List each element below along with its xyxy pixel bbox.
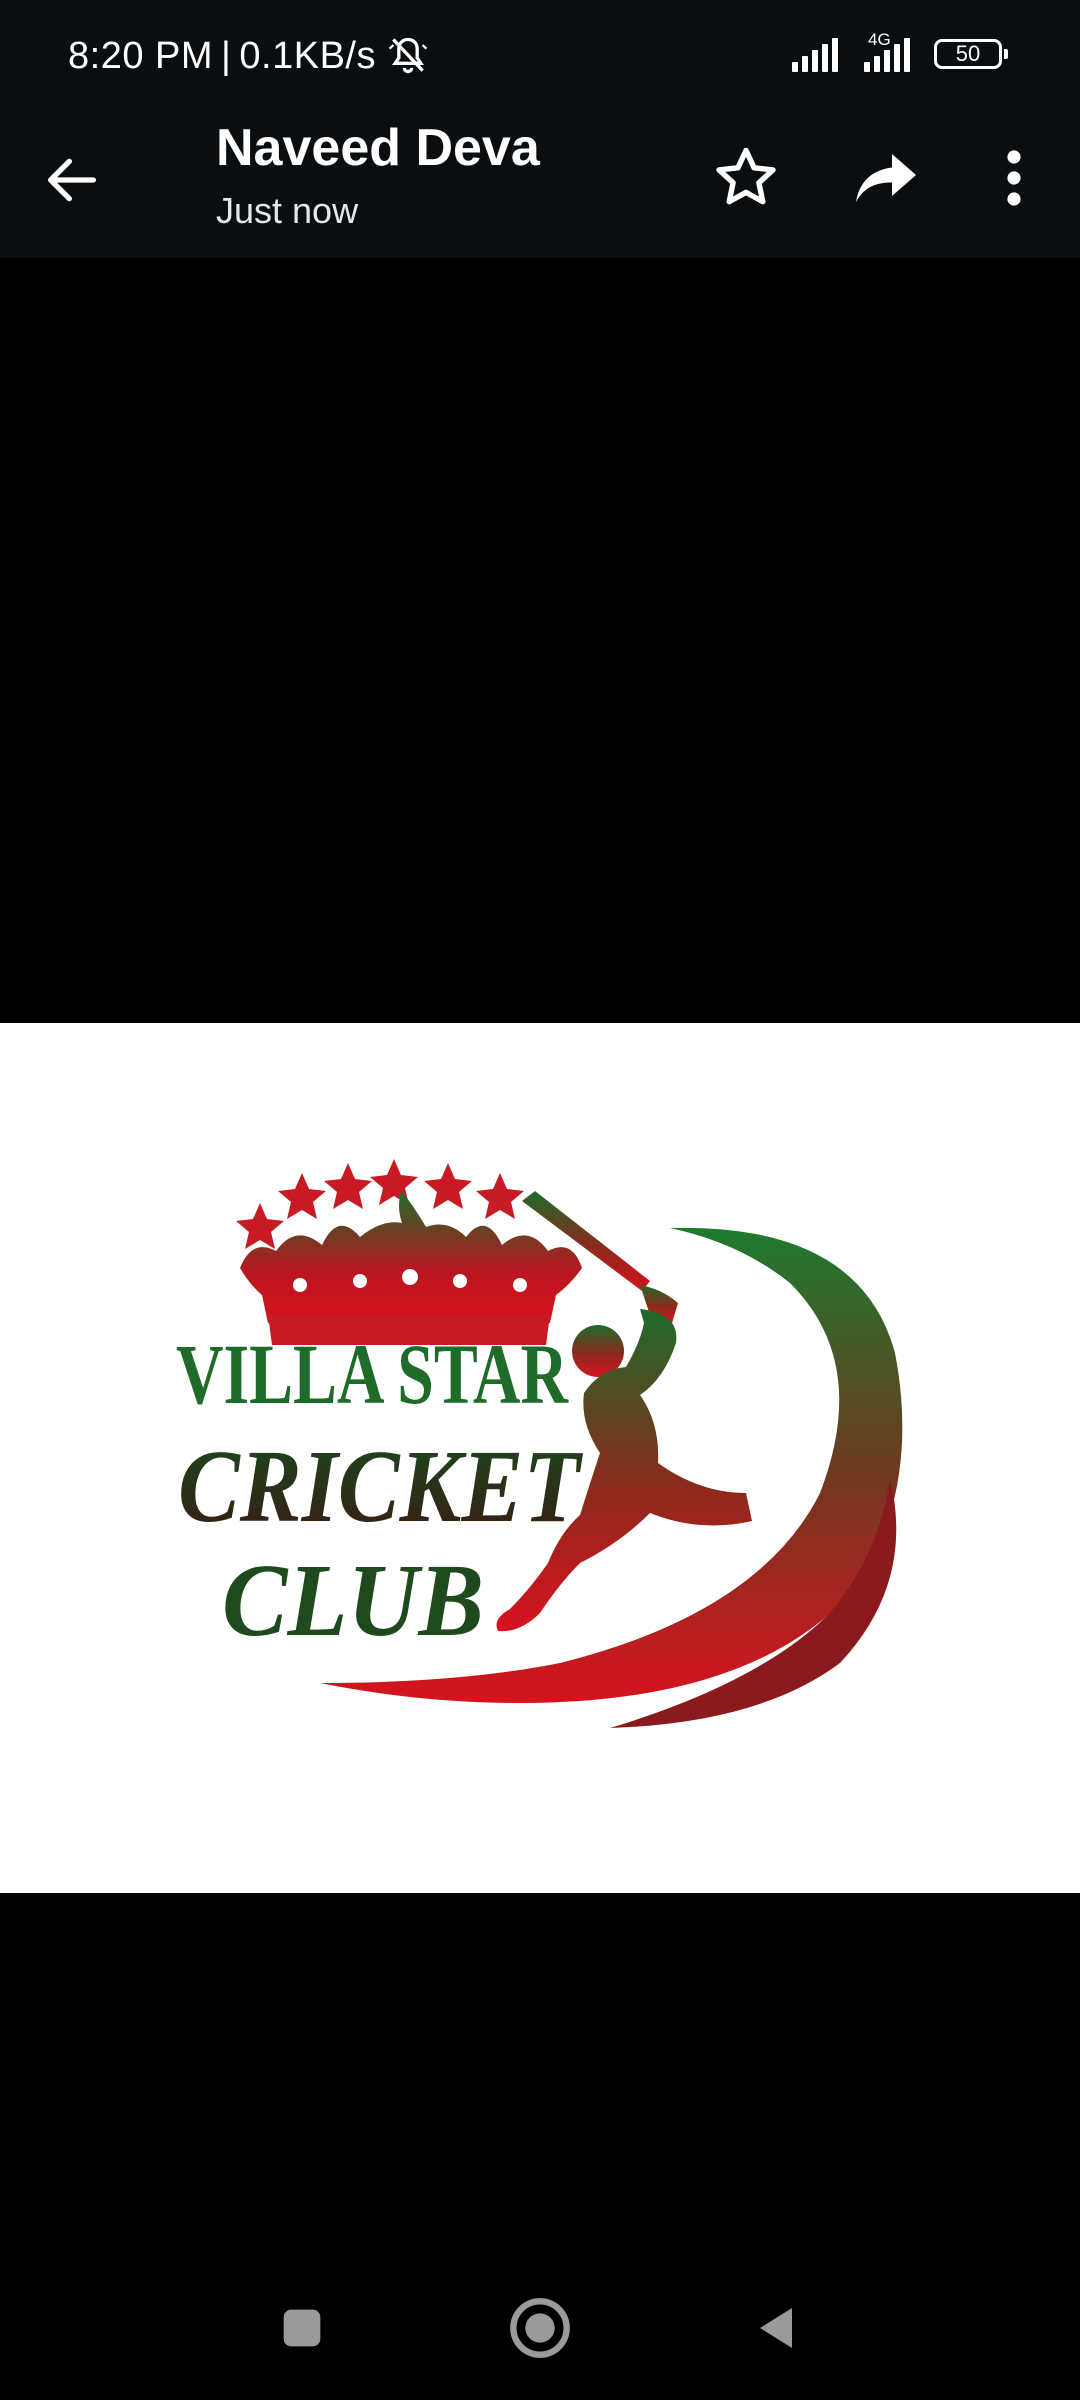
club-logo-graphic: VILLA STAR CRICKET CLUB [176,1159,903,1728]
club-logo-image[interactable]: VILLA STAR CRICKET CLUB [0,1023,1080,1893]
square-icon[interactable] [280,2306,324,2350]
status-separator: | [221,34,232,77]
status-time: 8:20 PM [68,34,214,77]
star-icon [424,1163,472,1209]
star-icon [370,1159,418,1205]
triangle-back-icon[interactable] [752,2300,800,2356]
status-right: 4G 50 [792,30,1008,72]
signal-4g-icon: 4G [864,30,914,72]
notifications-off-icon [388,37,428,74]
battery-level: 50 [955,41,981,66]
app-bar: Naveed Deva Just now [0,118,1080,258]
image-viewer[interactable]: VILLA STAR CRICKET CLUB [0,258,1080,2280]
logo-line-1: VILLA STAR [176,1326,569,1422]
signal-icon [792,36,842,72]
star-icon [476,1173,524,1219]
logo-line-3: CLUB [222,1543,484,1658]
star-outline-icon[interactable] [710,142,782,214]
contact-name: Naveed Deva [216,119,540,177]
circle-icon[interactable] [508,2296,572,2360]
status-left: 8:20 PM | 0.1KB/s [68,34,430,78]
star-icon [278,1173,326,1219]
more-vertical-icon[interactable] [990,142,1038,214]
navigation-bar [0,2280,1080,2400]
star-icon [236,1203,284,1249]
screen: 8:20 PM | 0.1KB/s 4G 50 Naveed Deva Just… [0,0,1080,2400]
message-timestamp: Just now [216,190,359,231]
arrow-left-icon[interactable] [40,148,104,212]
status-bar: 8:20 PM | 0.1KB/s 4G 50 [0,0,1080,118]
forward-arrow-icon[interactable] [850,142,922,214]
star-icon [324,1163,372,1209]
network-type: 4G [868,30,891,49]
network-speed: 0.1KB/s [239,34,376,77]
battery-icon: 50 [934,39,1008,69]
logo-line-2: CRICKET [178,1429,583,1544]
